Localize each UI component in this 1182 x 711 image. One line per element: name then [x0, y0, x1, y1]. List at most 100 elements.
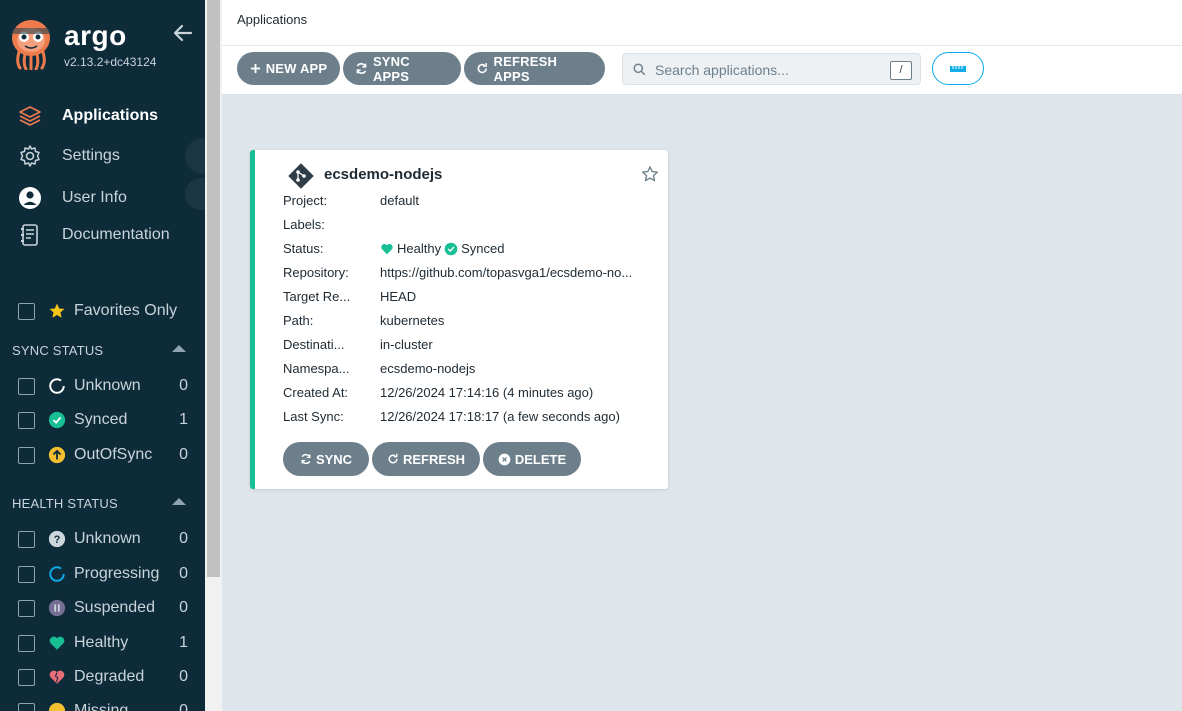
filter-label: Favorites Only [74, 302, 178, 319]
filter-label: Synced [74, 411, 128, 428]
filter-count: 0 [179, 377, 188, 394]
field-value: default [380, 193, 420, 208]
view-toggle-button[interactable] [932, 52, 984, 85]
nav-documentation[interactable]: Documentation [18, 221, 170, 249]
favorite-star-icon[interactable] [641, 165, 659, 188]
collapse-caret-icon[interactable] [172, 498, 186, 505]
field-value: https://github.com/topasvga1/ecsdemo-no.… [380, 265, 633, 280]
field-row: Path: kubernetes [283, 313, 653, 331]
health-filter-unknown[interactable]: ? Unknown 0 [18, 527, 188, 551]
sidebar: argo v2.13.2+dc43124 Applications Settin… [0, 0, 205, 711]
button-label: REFRESH APPS [493, 53, 558, 84]
filter-label: Unknown [74, 377, 141, 394]
field-key: Path: [283, 313, 314, 328]
filter-label: Healthy [74, 634, 129, 651]
filter-checkbox[interactable] [18, 377, 35, 395]
sync-apps-button[interactable]: SYNC APPS [343, 52, 461, 85]
field-row: Target Re... HEAD [283, 289, 653, 307]
field-row: Project: default [283, 193, 653, 211]
field-row: Created At: 12/26/2024 17:14:16 (4 minut… [283, 385, 653, 403]
nav-user-info[interactable]: User Info [18, 184, 127, 212]
filter-checkbox[interactable] [18, 565, 35, 583]
sync-filter-unknown[interactable]: Unknown 0 [18, 374, 188, 398]
star-icon [48, 302, 66, 320]
field-key: Project: [283, 193, 328, 208]
filter-count: 0 [179, 446, 188, 463]
refresh-icon [477, 63, 487, 74]
favorites-only-filter[interactable]: Favorites Only [18, 299, 188, 323]
nav-label: User Info [62, 189, 127, 206]
filter-checkbox[interactable] [18, 668, 35, 686]
button-label: SYNC APPS [372, 53, 410, 84]
refresh-apps-button[interactable]: REFRESH APPS [464, 52, 605, 85]
field-key: Target Re... [283, 289, 351, 304]
user-icon [18, 186, 42, 210]
sync-button[interactable]: SYNC [283, 442, 369, 476]
check-circle-icon [48, 411, 66, 429]
broken-heart-icon [48, 668, 66, 686]
filter-count: 1 [179, 411, 188, 428]
argo-logo-icon[interactable] [10, 18, 52, 71]
health-status-text: Healthy [397, 241, 442, 256]
app-name[interactable]: ecsdemo-nodejs [324, 166, 442, 183]
nav-label: Documentation [62, 226, 170, 243]
health-filter-missing[interactable]: Missing 0 [18, 699, 188, 711]
gear-icon [18, 144, 42, 168]
field-key: Last Sync: [283, 409, 344, 424]
heart-icon [48, 634, 66, 652]
health-filter-healthy[interactable]: Healthy 1 [18, 631, 188, 655]
field-value: ecsdemo-nodejs [380, 361, 476, 376]
filter-checkbox[interactable] [18, 530, 35, 548]
arrow-up-circle-icon [48, 446, 66, 464]
health-status-heading: HEALTH STATUS [12, 496, 118, 511]
health-filter-suspended[interactable]: Suspended 0 [18, 596, 188, 620]
new-app-button[interactable]: NEW APP [237, 52, 340, 85]
search-box[interactable]: / [622, 53, 921, 85]
filter-checkbox[interactable] [18, 411, 35, 429]
refresh-button[interactable]: REFRESH [372, 442, 480, 476]
git-icon [288, 163, 314, 194]
ruler-icon [950, 65, 966, 72]
favorites-checkbox[interactable] [18, 302, 35, 320]
times-circle-icon [498, 453, 511, 465]
filter-checkbox[interactable] [18, 599, 35, 617]
field-row: Destinati... in-cluster [283, 337, 653, 355]
tooltip-shadow [185, 138, 205, 174]
filter-checkbox[interactable] [18, 446, 35, 464]
collapse-sidebar-arrow-icon[interactable] [172, 22, 194, 44]
brand-name: argo [64, 20, 127, 51]
plus-icon [250, 63, 260, 74]
status-value: Healthy Synced [380, 241, 642, 256]
health-filter-degraded[interactable]: Degraded 0 [18, 665, 188, 689]
search-input[interactable] [653, 60, 887, 80]
filter-count: 0 [179, 668, 188, 685]
filter-count: 0 [179, 702, 188, 711]
filter-checkbox[interactable] [18, 634, 35, 652]
application-card[interactable]: ecsdemo-nodejs Project: default Labels: … [250, 150, 668, 489]
sync-status-heading: SYNC STATUS [12, 343, 104, 358]
health-filter-progressing[interactable]: Progressing 0 [18, 562, 188, 586]
filter-label: Degraded [74, 668, 145, 685]
toolbar: NEW APP SYNC APPS REFRESH APPS / [222, 46, 1182, 95]
nav-applications[interactable]: Applications [18, 102, 158, 130]
filter-checkbox[interactable] [18, 702, 35, 711]
version-label: v2.13.2+dc43124 [64, 55, 157, 69]
delete-button[interactable]: DELETE [483, 442, 581, 476]
button-label: NEW APP [265, 61, 328, 76]
field-key: Repository: [283, 265, 349, 280]
filter-label: OutOfSync [74, 446, 153, 463]
nav-label: Applications [62, 107, 159, 124]
field-row: Last Sync: 12/26/2024 17:18:17 (a few se… [283, 409, 653, 427]
field-value: 12/26/2024 17:18:17 (a few seconds ago) [380, 409, 620, 424]
sidebar-scrollbar-thumb[interactable] [207, 0, 220, 577]
sync-filter-outofsync[interactable]: OutOfSync 0 [18, 443, 188, 467]
filter-count: 0 [179, 530, 188, 547]
keyboard-shortcut-hint: / [890, 61, 912, 80]
collapse-caret-icon[interactable] [172, 345, 186, 352]
nav-settings[interactable]: Settings [18, 142, 120, 170]
field-key: Destinati... [283, 337, 345, 352]
filter-count: 1 [179, 634, 188, 651]
field-value: HEAD [380, 289, 417, 304]
sync-filter-synced[interactable]: Synced 1 [18, 408, 188, 432]
sync-icon [356, 63, 367, 74]
